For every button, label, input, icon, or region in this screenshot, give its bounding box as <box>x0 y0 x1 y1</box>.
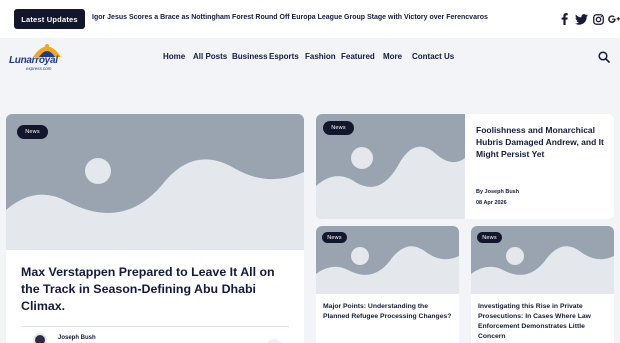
search-icon[interactable] <box>598 51 610 63</box>
category-badge[interactable]: News <box>17 125 48 139</box>
nav-more[interactable]: More <box>383 52 402 61</box>
nav-home[interactable]: Home <box>163 52 185 61</box>
category-badge[interactable]: News <box>322 232 347 243</box>
latest-updates-button[interactable]: Latest Updates <box>14 9 85 29</box>
featured-post-title[interactable]: Max Verstappen Prepared to Leave It All … <box>21 264 286 315</box>
nav-featured[interactable]: Featured <box>341 52 375 61</box>
logo-name: Lunarroyal <box>9 55 58 66</box>
nav-fashion[interactable]: Fashion <box>305 52 336 61</box>
top-bar: Latest Updates Igor Jesus Scores a Brace… <box>0 0 620 38</box>
post-author-row: Joseph Bush <box>21 326 289 343</box>
nav-all-posts[interactable]: All Posts <box>193 52 227 61</box>
facebook-icon[interactable] <box>559 11 569 27</box>
nav-contact-us[interactable]: Contact Us <box>412 52 454 61</box>
small-post-title[interactable]: Investigating this Rise in Private Prose… <box>478 302 606 342</box>
category-badge[interactable]: News <box>323 121 354 135</box>
logo-subtitle: express.com <box>26 66 52 71</box>
site-logo[interactable]: Lunarroyal express.com <box>9 42 71 72</box>
side-post-title[interactable]: Foolishness and Monarchical Hubris Damag… <box>476 124 604 160</box>
small-post-title[interactable]: Major Points: Understanding the Planned … <box>323 302 453 322</box>
twitter-icon[interactable] <box>574 11 588 27</box>
post-byline: By Joseph Bush <box>476 189 520 195</box>
google-plus-icon[interactable] <box>608 11 620 27</box>
small-post-card[interactable]: News <box>316 226 459 343</box>
post-image-placeholder <box>6 114 304 250</box>
nav-esports[interactable]: Esports <box>269 52 299 61</box>
main-navigation: Lunarroyal express.com Home All Posts Bu… <box>0 38 620 76</box>
author-name[interactable]: Joseph Bush <box>58 335 96 341</box>
post-date: 08 Apr 2026 <box>476 200 507 206</box>
avatar[interactable] <box>33 333 47 343</box>
share-button[interactable] <box>266 339 282 343</box>
category-badge[interactable]: News <box>477 232 502 243</box>
instagram-icon[interactable] <box>592 11 604 27</box>
nav-business[interactable]: Business <box>232 52 268 61</box>
news-ticker-link[interactable]: Igor Jesus Scores a Brace as Nottingham … <box>92 14 488 21</box>
